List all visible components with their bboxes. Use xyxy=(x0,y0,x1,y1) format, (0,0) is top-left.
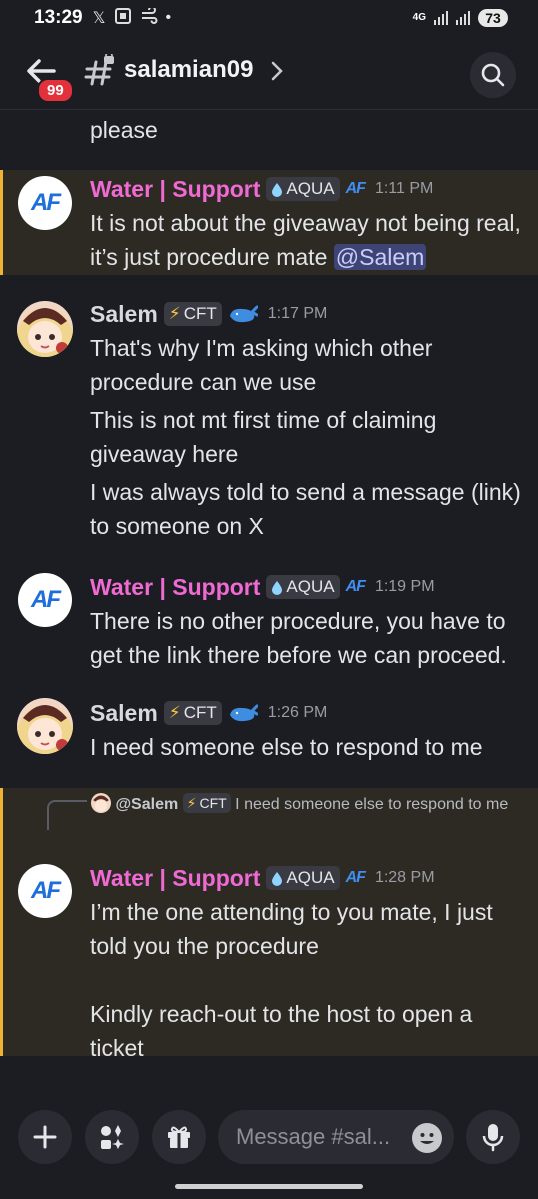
role-tag-label: CFT xyxy=(183,304,217,323)
search-button[interactable] xyxy=(470,52,516,98)
af-logo-text: AF xyxy=(31,877,61,904)
role-tag-label: AQUA xyxy=(286,577,335,596)
message-text: please xyxy=(90,117,158,143)
status-time: 13:29 xyxy=(34,7,83,28)
reply-connector xyxy=(47,800,87,830)
message-text: I need someone else to respond to me xyxy=(90,734,483,760)
message-group-support-2[interactable]: AF Water | Support AQUA AF 1:19 PM There… xyxy=(0,568,538,678)
avatar[interactable] xyxy=(17,301,73,357)
water-drop-icon xyxy=(272,182,283,197)
message-group-salem-1[interactable]: Salem ⚡ CFT 1:17 PM That's why I'm askin… xyxy=(0,297,538,547)
role-tag[interactable]: ⚡ CFT xyxy=(163,302,222,326)
message-body: It is not about the giveaway not being r… xyxy=(90,210,521,270)
battery-indicator: 73 xyxy=(478,9,508,27)
author-name[interactable]: Salem xyxy=(90,700,158,727)
message-composer: Message #sal... xyxy=(0,1096,538,1199)
emoji-button[interactable] xyxy=(412,1123,442,1153)
server-mark: AF xyxy=(345,180,366,197)
whale-icon xyxy=(229,305,258,323)
lightning-icon: ⚡ xyxy=(168,304,181,323)
voice-message-button[interactable] xyxy=(466,1110,520,1164)
signal-icon xyxy=(434,11,448,25)
author-name[interactable]: Water | Support xyxy=(90,574,260,601)
signal-icon-2 xyxy=(456,11,470,25)
message-text: It is not about the giveaway not being r… xyxy=(90,206,528,274)
reply-author[interactable]: @Salem xyxy=(115,796,178,813)
mic-icon xyxy=(482,1124,504,1152)
role-tag[interactable]: AQUA xyxy=(266,866,340,890)
user-mention[interactable]: @Salem xyxy=(333,244,427,270)
role-tag[interactable]: ⚡ CFT xyxy=(163,701,222,725)
plus-icon xyxy=(33,1125,57,1149)
reply-role-tag-label: CFT xyxy=(199,795,227,811)
lightning-icon: ⚡ xyxy=(168,703,181,722)
message-text: That's why I'm asking which other proced… xyxy=(90,335,433,395)
water-drop-icon xyxy=(272,580,283,595)
timestamp: 1:17 PM xyxy=(267,305,328,322)
screenshot-icon xyxy=(114,7,132,30)
server-mark: AF xyxy=(345,578,366,595)
lightning-icon: ⚡ xyxy=(186,795,197,811)
author-name[interactable]: Water | Support xyxy=(90,865,260,892)
af-logo-text: AF xyxy=(31,189,61,216)
x-icon: 𝕏 xyxy=(92,10,106,27)
reply-avatar xyxy=(91,793,111,813)
channel-header: 99 salamian09 xyxy=(0,36,538,110)
af-logo-text: AF xyxy=(31,586,61,613)
message-input-placeholder: Message #sal... xyxy=(236,1124,391,1149)
network-type: 4G xyxy=(412,12,426,23)
add-attachment-button[interactable] xyxy=(18,1110,72,1164)
message-text: This is not mt first time of claiming gi… xyxy=(90,407,437,467)
message-group-support-1[interactable]: AF Water | Support AQUA AF 1:11 PM It is… xyxy=(0,170,538,275)
avatar[interactable]: AF xyxy=(18,864,72,918)
whale-icon xyxy=(229,704,258,722)
role-tag[interactable]: AQUA xyxy=(266,177,340,201)
message-feed[interactable]: please AF Water | Support AQUA AF 1:11 P… xyxy=(0,111,538,1096)
channel-name[interactable]: salamian09 xyxy=(124,56,253,84)
server-mark: AF xyxy=(345,869,366,886)
message-text: There is no other procedure, you have to… xyxy=(90,608,507,668)
role-tag-label: AQUA xyxy=(286,868,335,887)
water-drop-icon xyxy=(272,871,283,886)
message-text: I was always told to send a message (lin… xyxy=(90,479,521,539)
timestamp: 1:11 PM xyxy=(374,180,434,197)
message-continuation[interactable]: please xyxy=(0,113,538,149)
message-group-salem-2[interactable]: Salem ⚡ CFT 1:26 PM I need someone else … xyxy=(0,696,538,771)
anime-avatar-icon xyxy=(17,301,73,357)
avatar[interactable]: AF xyxy=(18,176,72,230)
status-bar: 13:29 𝕏 • 4G 73 xyxy=(0,0,538,36)
message-group-support-reply[interactable]: @Salem ⚡ CFT I need someone else to respo… xyxy=(0,788,538,1061)
wind-icon xyxy=(140,5,158,29)
apps-icon xyxy=(101,1125,124,1149)
reply-text: I need someone else to respond to me xyxy=(235,796,509,813)
reply-preview[interactable]: @Salem ⚡ CFT I need someone else to respo… xyxy=(91,792,518,818)
role-tag-label: CFT xyxy=(183,703,217,722)
reply-role-tag: ⚡ CFT xyxy=(182,793,231,813)
search-icon xyxy=(481,63,505,87)
gift-button[interactable] xyxy=(152,1110,206,1164)
message-input[interactable]: Message #sal... xyxy=(218,1110,454,1164)
gift-icon xyxy=(168,1126,190,1148)
avatar[interactable]: AF xyxy=(18,573,72,627)
anime-avatar-icon xyxy=(17,698,73,754)
emoji-icon xyxy=(420,1133,434,1144)
unread-badge: 99 xyxy=(37,78,74,103)
chevron-right-icon[interactable] xyxy=(270,60,284,82)
apps-button[interactable] xyxy=(85,1110,139,1164)
role-tag[interactable]: AQUA xyxy=(266,575,340,599)
notification-dot-icon: • xyxy=(165,9,172,26)
author-name[interactable]: Water | Support xyxy=(90,176,260,203)
message-text: Kindly reach-out to the host to open a t… xyxy=(90,1001,473,1061)
avatar[interactable] xyxy=(17,698,73,754)
timestamp: 1:26 PM xyxy=(267,704,328,721)
role-tag-label: AQUA xyxy=(286,179,335,198)
message-text: I’m the one attending to you mate, I jus… xyxy=(90,899,493,959)
author-name[interactable]: Salem xyxy=(90,301,158,328)
hash-lock-icon xyxy=(84,54,114,86)
home-indicator xyxy=(175,1184,363,1189)
timestamp: 1:28 PM xyxy=(374,869,435,886)
timestamp: 1:19 PM xyxy=(374,578,435,595)
